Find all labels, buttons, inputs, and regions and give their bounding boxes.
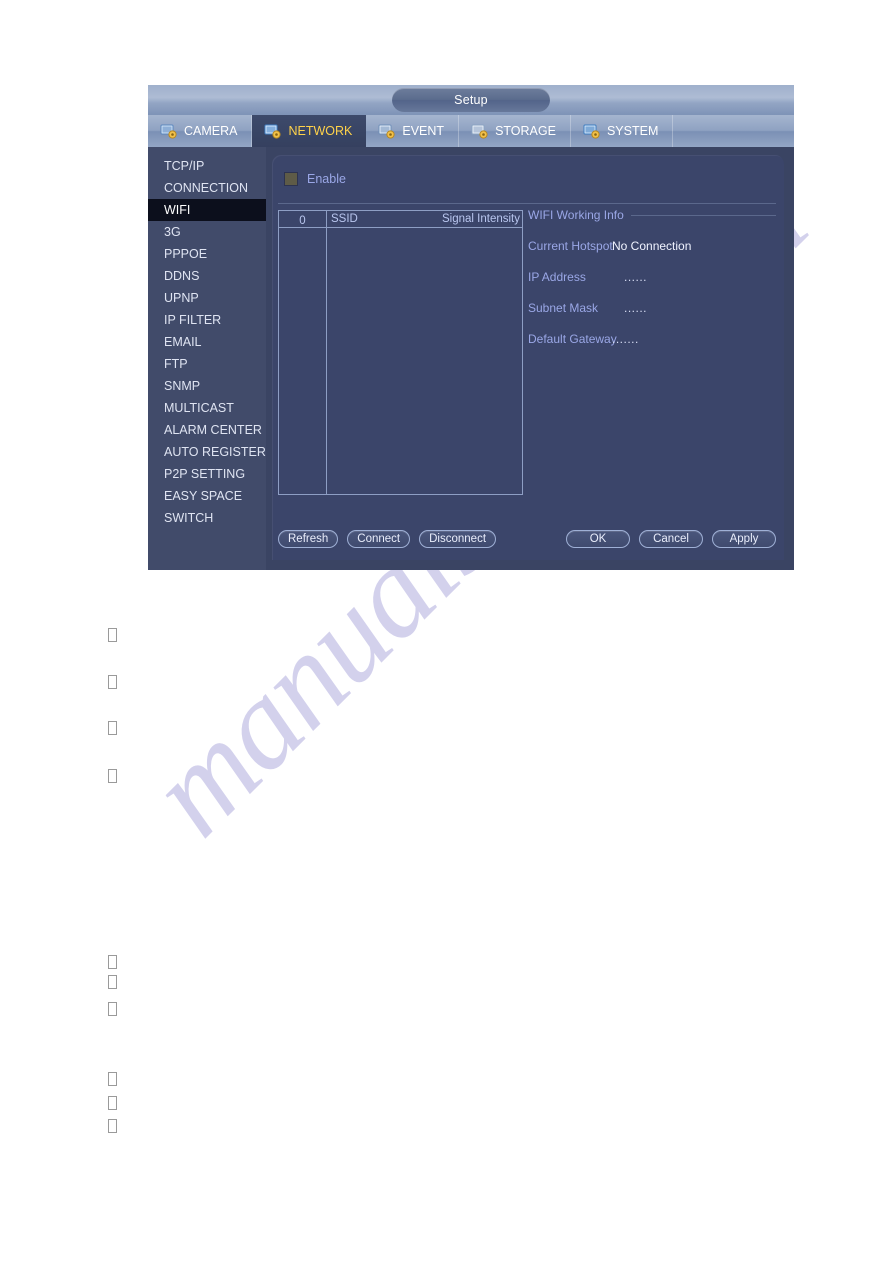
tab-label: STORAGE xyxy=(495,124,556,138)
refresh-button[interactable]: Refresh xyxy=(278,530,339,548)
ssid-col-index-label: 0 xyxy=(299,215,306,227)
apply-button[interactable]: Apply xyxy=(712,530,776,548)
event-gear-icon xyxy=(378,124,396,139)
sidebar-item-ftp[interactable]: FTP xyxy=(148,353,266,375)
dialog-title-bar: Setup xyxy=(148,85,794,115)
ssid-table-header: 0 SSID Signal Intensity xyxy=(279,211,522,228)
ssid-column-divider xyxy=(326,228,327,494)
tab-label: SYSTEM xyxy=(606,124,659,138)
default-gateway-value: ....... xyxy=(612,332,639,346)
bullet-glyph xyxy=(108,769,117,783)
connect-button[interactable]: Connect xyxy=(347,530,411,548)
ssid-table[interactable]: 0 SSID Signal Intensity xyxy=(278,210,523,495)
enable-checkbox[interactable] xyxy=(284,172,298,186)
tab-event[interactable]: EVENT xyxy=(366,115,460,147)
bullet-glyph xyxy=(108,975,117,989)
ip-address-value: ...... xyxy=(624,270,648,284)
sidebar-item-snmp[interactable]: SNMP xyxy=(148,375,266,397)
sidebar-item-tcp-ip[interactable]: TCP/IP xyxy=(148,155,266,177)
ssid-col-group: SSID Signal Intensity xyxy=(327,211,522,227)
network-gear-icon xyxy=(264,124,282,139)
sidebar-item-pppoe[interactable]: PPPOE xyxy=(148,243,266,265)
wifi-working-info: WIFI Working Info Current Hotspot No Con… xyxy=(528,208,776,346)
network-sidebar: TCP/IP CONNECTION WIFI 3G PPPOE DDNS UPNP IP FI… xyxy=(148,147,266,570)
dialog-body: TCP/IP CONNECTION WIFI 3G PPPOE DDNS UPNP IP FI… xyxy=(148,147,794,570)
sidebar-item-upnp[interactable]: UPNP xyxy=(148,287,266,309)
tab-network[interactable]: NETWORK xyxy=(252,115,367,147)
sidebar-item-auto-register[interactable]: AUTO REGISTER xyxy=(148,441,266,463)
info-row-subnet-mask: Subnet Mask ...... xyxy=(528,301,776,315)
storage-gear-icon xyxy=(471,124,489,139)
sidebar-item-multicast[interactable]: MULTICAST xyxy=(148,397,266,419)
info-row-ip-address: IP Address ...... xyxy=(528,270,776,284)
bullet-glyph xyxy=(108,1119,117,1133)
sidebar-item-connection[interactable]: CONNECTION xyxy=(148,177,266,199)
default-gateway-label: Default Gateway xyxy=(528,332,617,346)
tab-storage[interactable]: STORAGE xyxy=(459,115,571,147)
wifi-info-title-rule xyxy=(630,214,776,216)
sidebar-item-p2p-setting[interactable]: P2P SETTING xyxy=(148,463,266,485)
sidebar-item-alarm-center[interactable]: ALARM CENTER xyxy=(148,419,266,441)
main-tab-bar: CAMERA NETWORK EVENT STORAGE SYSTEM xyxy=(148,115,794,147)
sidebar-item-switch[interactable]: SWITCH xyxy=(148,507,266,529)
subnet-mask-label: Subnet Mask xyxy=(528,301,599,315)
section-divider xyxy=(278,203,776,204)
bullet-glyph xyxy=(108,628,117,642)
confirm-button-group: OK Cancel Apply xyxy=(566,530,776,548)
ssid-table-body[interactable] xyxy=(279,228,522,494)
bullet-glyph xyxy=(108,721,117,735)
disconnect-button[interactable]: Disconnect xyxy=(419,530,497,548)
ok-button[interactable]: OK xyxy=(566,530,630,548)
bullet-glyph xyxy=(108,1072,117,1086)
tab-bar-filler xyxy=(673,115,794,147)
current-hotspot-label: Current Hotspot xyxy=(528,239,613,253)
ip-address-label: IP Address xyxy=(528,270,586,284)
camera-gear-icon xyxy=(160,124,178,139)
info-row-current-hotspot: Current Hotspot No Connection xyxy=(528,239,776,253)
bullet-glyph xyxy=(108,955,117,969)
bullet-glyph xyxy=(108,1002,117,1016)
wifi-info-title: WIFI Working Info xyxy=(528,208,624,222)
sidebar-item-ddns[interactable]: DDNS xyxy=(148,265,266,287)
sidebar-item-easy-space[interactable]: EASY SPACE xyxy=(148,485,266,507)
wifi-info-title-row: WIFI Working Info xyxy=(528,208,776,222)
cancel-button[interactable]: Cancel xyxy=(639,530,703,548)
bullet-glyph xyxy=(108,1096,117,1110)
ssid-col-ssid-label: SSID xyxy=(331,213,358,225)
wifi-settings-panel: Enable 0 SSID Signal Intensity WIFI Work… xyxy=(272,155,784,560)
sidebar-item-email[interactable]: EMAIL xyxy=(148,331,266,353)
subnet-mask-value: ...... xyxy=(624,301,648,315)
tab-label: NETWORK xyxy=(288,124,353,138)
setup-dialog: Setup CAMERA NETWORK EVENT STORAGE SYSTEM TC… xyxy=(148,85,794,570)
sidebar-item-3g[interactable]: 3G xyxy=(148,221,266,243)
current-hotspot-value: No Connection xyxy=(612,239,692,253)
system-gear-icon xyxy=(583,124,601,139)
sidebar-item-ip-filter[interactable]: IP FILTER xyxy=(148,309,266,331)
tab-camera[interactable]: CAMERA xyxy=(148,115,253,147)
bullet-glyph xyxy=(108,675,117,689)
ssid-col-signal-label: Signal Intensity xyxy=(442,213,520,225)
tab-system[interactable]: SYSTEM xyxy=(571,115,674,147)
sidebar-item-wifi[interactable]: WIFI xyxy=(148,199,266,221)
enable-row[interactable]: Enable xyxy=(284,172,346,186)
action-button-bar: Refresh Connect Disconnect OK Cancel App… xyxy=(278,530,776,548)
tab-label: EVENT xyxy=(402,124,445,138)
enable-label: Enable xyxy=(307,172,346,186)
info-row-default-gateway: Default Gateway ....... xyxy=(528,332,776,346)
ssid-col-index: 0 xyxy=(279,211,327,227)
tab-label: CAMERA xyxy=(184,124,238,138)
page-title: Setup xyxy=(392,88,550,112)
